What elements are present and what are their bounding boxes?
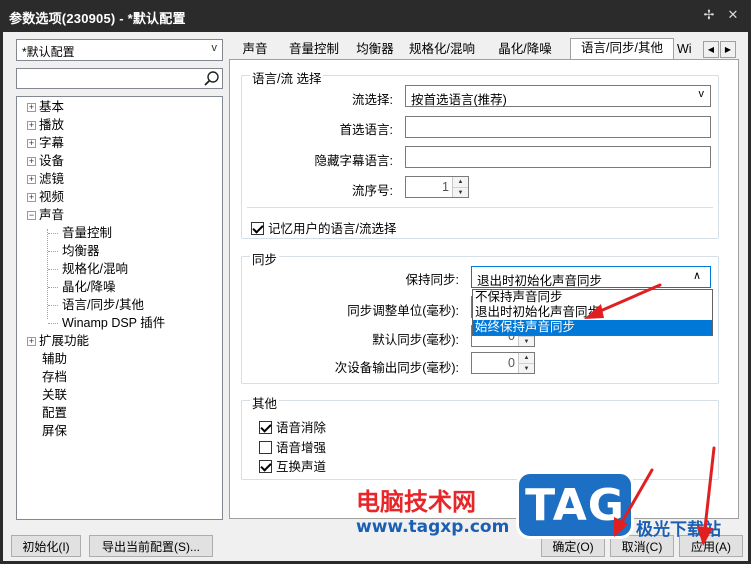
annotation-arrow-option [584, 283, 662, 319]
annotation-arrow-cancel [614, 468, 654, 537]
annotation-arrow-apply [697, 446, 716, 546]
annotation-arrows [584, 283, 716, 546]
